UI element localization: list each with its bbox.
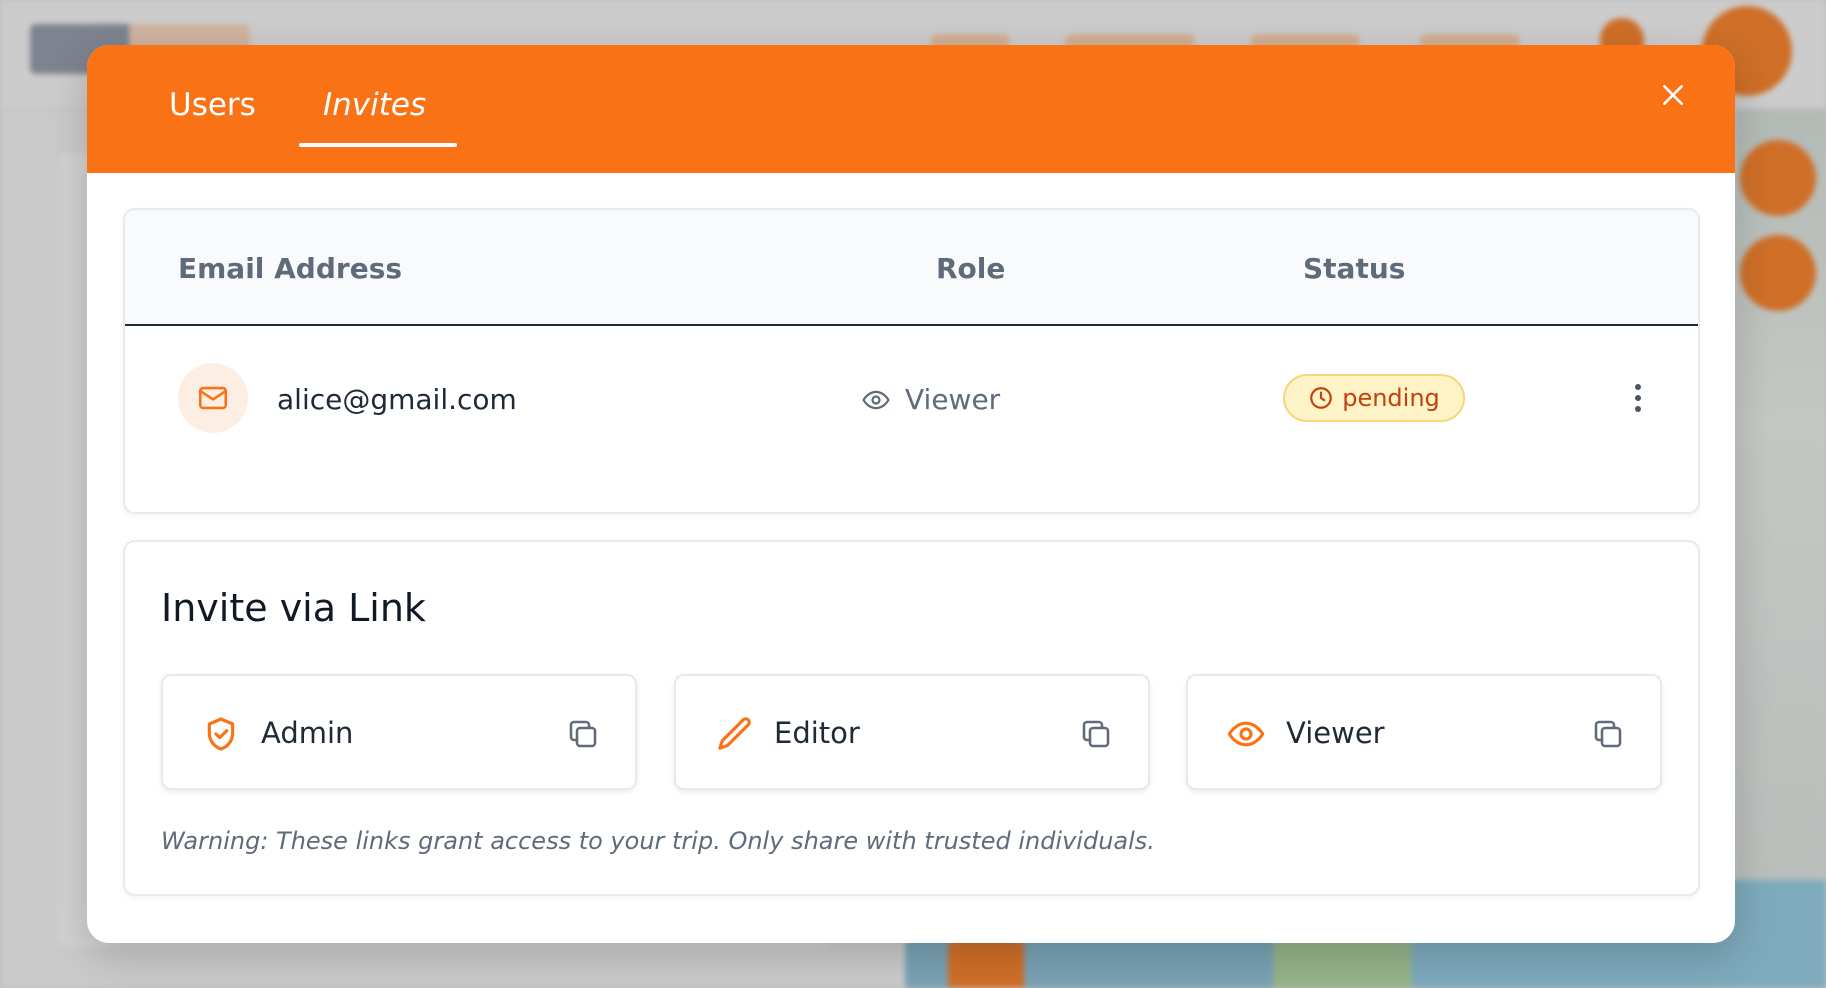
mail-icon xyxy=(198,386,228,410)
section-title: Invite via Link xyxy=(161,586,426,630)
more-vertical-icon-dot xyxy=(1635,395,1641,401)
copy-viewer-link-button[interactable]: Viewer xyxy=(1186,674,1662,790)
share-warning: Warning: These links grant access to you… xyxy=(161,827,1155,855)
link-role-label: Admin xyxy=(261,716,354,750)
column-header-status: Status xyxy=(1303,252,1406,285)
share-modal: Users Invites Email Address Role Status … xyxy=(87,45,1735,943)
copy-icon[interactable] xyxy=(1590,716,1626,752)
clock-icon xyxy=(1310,387,1333,409)
table-header: Email Address Role Status xyxy=(125,210,1698,326)
copy-editor-link-button[interactable]: Editor xyxy=(674,674,1150,790)
more-vertical-icon-dot xyxy=(1635,406,1641,412)
eye-icon xyxy=(1227,721,1265,747)
status-badge: pending xyxy=(1283,374,1465,422)
active-tab-indicator xyxy=(299,143,457,147)
column-header-role: Role xyxy=(936,252,1006,285)
copy-admin-link-button[interactable]: Admin xyxy=(161,674,637,790)
modal-header: Users Invites xyxy=(87,45,1735,173)
row-actions-button[interactable] xyxy=(1623,376,1653,420)
invite-role-label: Viewer xyxy=(905,383,1001,416)
close-button[interactable] xyxy=(1653,75,1693,115)
mail-avatar xyxy=(178,363,248,433)
pencil-icon xyxy=(718,717,751,750)
invite-role: Viewer xyxy=(861,383,1000,416)
status-badge-label: pending xyxy=(1342,384,1440,412)
invite-via-link-section: Invite via Link Admin Editor Viewer Warn… xyxy=(123,540,1700,896)
tab-invites[interactable]: Invites xyxy=(323,87,426,147)
column-header-email: Email Address xyxy=(178,252,403,285)
table-row: alice@gmail.com Viewer pending xyxy=(125,328,1698,512)
close-icon xyxy=(1663,85,1683,105)
invite-email: alice@gmail.com xyxy=(277,383,517,416)
link-role-label: Viewer xyxy=(1286,716,1385,750)
invites-table: Email Address Role Status alice@gmail.co… xyxy=(123,208,1700,514)
copy-icon[interactable] xyxy=(1078,716,1114,752)
more-vertical-icon xyxy=(1635,384,1641,390)
eye-icon xyxy=(862,390,890,409)
shield-check-icon xyxy=(207,717,235,751)
tab-users[interactable]: Users xyxy=(169,87,256,147)
link-role-label: Editor xyxy=(774,716,860,750)
copy-icon[interactable] xyxy=(565,716,601,752)
